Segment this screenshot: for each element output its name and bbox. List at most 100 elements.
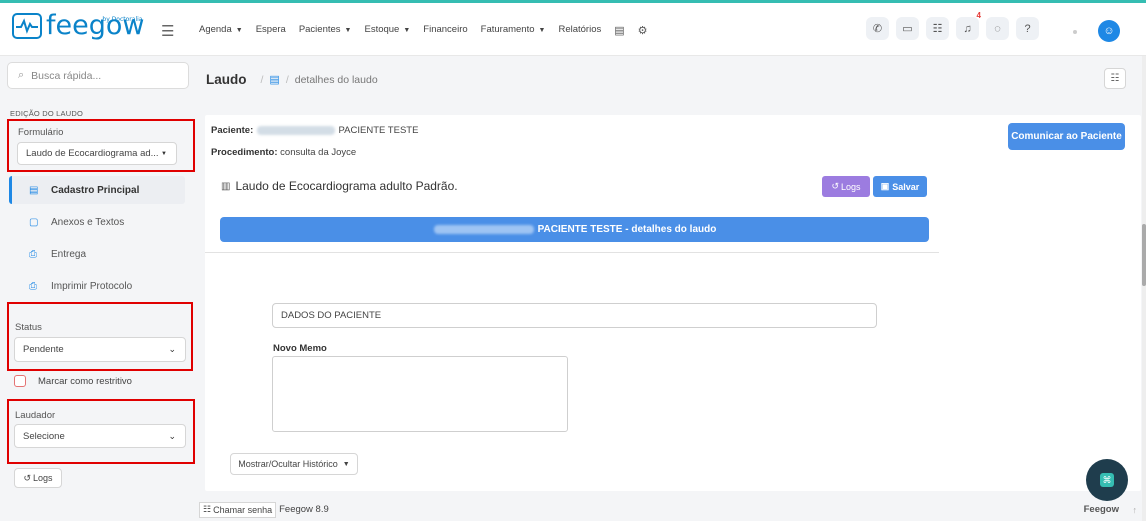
footer-brand: Feegow (1083, 504, 1119, 515)
gear-icon[interactable]: ⚙ (638, 24, 648, 37)
chevron-down-icon: ▼ (161, 150, 167, 157)
banner-text: PACIENTE TESTE - detalhes do laudo (537, 224, 717, 235)
version-text: Feegow 8.9 (279, 504, 329, 515)
document-icon: ▤ (269, 74, 280, 86)
printer-icon: ⎙ (29, 248, 37, 260)
logs-label: Logs (33, 473, 53, 483)
section-title: EDIÇÃO DO LAUDO (10, 109, 84, 118)
nav-item-relatorios[interactable]: Relatórios (558, 24, 601, 37)
nav-item-pacientes[interactable]: Pacientes ▼ (299, 24, 352, 37)
database-icon[interactable]: ▤ (614, 24, 624, 37)
laudador-label: Laudador (15, 410, 56, 421)
procedure-label: Procedimento: (211, 147, 278, 158)
formulario-select[interactable]: Laudo de Ecocardiograma ad... ▼ (17, 142, 177, 165)
chat-icon[interactable]: ◌ (986, 17, 1009, 40)
sidebar-item-label: Imprimir Protocolo (51, 280, 133, 292)
phone-icon[interactable]: ✆ (866, 17, 889, 40)
save-button[interactable]: ▣ Salvar (873, 176, 927, 197)
nav-item-espera[interactable]: Espera (256, 24, 286, 37)
scroll-top-icon[interactable]: ↑ (1133, 505, 1138, 515)
restrict-checkbox-row[interactable]: Marcar como restritivo (14, 375, 132, 387)
divider (205, 252, 939, 253)
sidebar: ⌕ Busca rápida... EDIÇÃO DO LAUDO Formul… (0, 56, 197, 521)
status-label: Status (15, 322, 42, 333)
main-nav: Agenda ▼ Espera Pacientes ▼ Estoque ▼ Finan… (199, 24, 648, 37)
breadcrumb-separator: / (285, 73, 289, 86)
save-icon: ▣ (880, 181, 890, 191)
laudador-value: Selecione (23, 430, 65, 442)
file-icon: ▢ (29, 216, 39, 228)
bell-icon[interactable]: ♫ 4 (956, 11, 981, 40)
nav-item-faturamento[interactable]: Faturamento ▼ (481, 24, 546, 37)
memo-textarea[interactable] (272, 356, 568, 432)
toggle-historico-button[interactable]: Mostrar/Ocultar Histórico ▼ (230, 453, 358, 475)
hamburger-menu-icon[interactable]: ☰ (161, 22, 174, 40)
tasks-list-icon[interactable]: ☷ (926, 17, 949, 40)
patient-name: PACIENTE TESTE (338, 125, 419, 136)
laudo-title: ▥ Laudo de Ecocardiograma adulto Padrão. (221, 179, 458, 193)
breadcrumb: Laudo / ▤ / detalhes do laudo (206, 72, 378, 87)
comunicar-paciente-button[interactable]: Comunicar ao Paciente (1008, 123, 1125, 150)
status-select[interactable]: Pendente ⌄ (14, 337, 186, 362)
breadcrumb-current: detalhes do laudo (294, 73, 378, 86)
blurred-name (256, 125, 335, 135)
sidebar-item-label: Entrega (51, 248, 87, 260)
top-bar: feegow by Doctoralia ☰ Agenda ▼ Espera Pa… (0, 0, 1146, 56)
chevron-down-icon: ⌄ (168, 430, 176, 441)
breadcrumb-separator: / (260, 73, 264, 86)
laudo-card: Paciente: PACIENTE TESTE Procedimento: c… (205, 115, 1141, 491)
scrollbar[interactable] (1142, 56, 1146, 521)
chevron-down-icon: ▼ (342, 460, 350, 468)
page-title: Laudo (206, 72, 247, 87)
laudo-banner: PACIENTE TESTE - detalhes do laudo (220, 217, 929, 242)
history-icon: ↺ (23, 472, 31, 483)
nav-item-financeiro[interactable]: Financeiro (423, 24, 467, 37)
sidebar-item-anexos[interactable]: ▢ Anexos e Textos (9, 208, 185, 236)
inbox-icon[interactable]: ▭ (896, 17, 919, 40)
formulario-value: Laudo de Ecocardiograma ad... (26, 148, 159, 159)
search-icon: ⌕ (18, 69, 25, 81)
formulario-label: Formulário (18, 127, 64, 138)
sidebar-item-imprimir-protocolo[interactable]: ⎙ Imprimir Protocolo (9, 272, 185, 300)
logs-button[interactable]: ↺ Logs (822, 176, 870, 197)
chamar-label: Chamar senha (213, 504, 273, 515)
nav-item-agenda[interactable]: Agenda ▼ (199, 24, 243, 37)
blurred-name (433, 225, 534, 234)
sidebar-item-label: Anexos e Textos (51, 216, 125, 228)
patient-label: Paciente: (211, 125, 254, 136)
memo-label: Novo Memo (273, 343, 327, 354)
logo-tagline: by Doctoralia (102, 16, 143, 23)
sidebar-logs-button[interactable]: ↺ Logs (14, 468, 62, 488)
history-icon: ↺ (831, 181, 839, 191)
sidebar-item-cadastro-principal[interactable]: ▤ Cadastro Principal (9, 176, 185, 204)
restrict-checkbox[interactable] (14, 375, 26, 387)
toolbar-icons: ✆ ▭ ☷ ♫ 4 ◌ ? (866, 11, 1039, 40)
scrollbar-thumb[interactable] (1142, 224, 1146, 286)
list-view-icon[interactable]: ☷ (1104, 68, 1126, 89)
quick-search-input[interactable]: ⌕ Busca rápida... (7, 62, 189, 89)
chamar-senha-button[interactable]: ☷ Chamar senha (199, 501, 277, 518)
nav-item-estoque[interactable]: Estoque ▼ (364, 24, 410, 37)
main-content: Laudo / ▤ / detalhes do laudo ☷ Paciente… (197, 56, 1146, 521)
laudador-select[interactable]: Selecione ⌄ (14, 424, 186, 448)
user-avatar-icon[interactable]: ☺ (1098, 20, 1120, 42)
feegow-logo[interactable]: feegow by Doctoralia (12, 12, 144, 40)
help-icon[interactable]: ? (1016, 17, 1039, 40)
logo-text: feegow by Doctoralia (46, 12, 144, 40)
search-placeholder: Busca rápida... (31, 69, 102, 82)
procedure-value: consulta da Joyce (280, 147, 357, 158)
floating-assistant-button[interactable]: ⌘ (1086, 459, 1128, 501)
people-icon: ☷ (203, 504, 212, 514)
dados-paciente-field[interactable]: DADOS DO PACIENTE (272, 303, 877, 328)
bar-chart-icon: ▥ (221, 180, 231, 192)
footer: ☷ Chamar senha Feegow 8.9 Feegow ↑ (197, 498, 1146, 521)
restrict-label: Marcar como restritivo (38, 375, 132, 387)
file-text-icon: ▤ (29, 184, 39, 196)
status-value: Pendente (23, 344, 64, 355)
save-label: Salvar (892, 181, 920, 192)
patient-line: Paciente: PACIENTE TESTE (211, 125, 418, 136)
logo-mark-icon (12, 13, 42, 39)
sidebar-item-entrega[interactable]: ⎙ Entrega (9, 240, 185, 268)
procedure-line: Procedimento: consulta da Joyce (211, 147, 356, 158)
sidebar-item-label: Cadastro Principal (51, 184, 140, 196)
